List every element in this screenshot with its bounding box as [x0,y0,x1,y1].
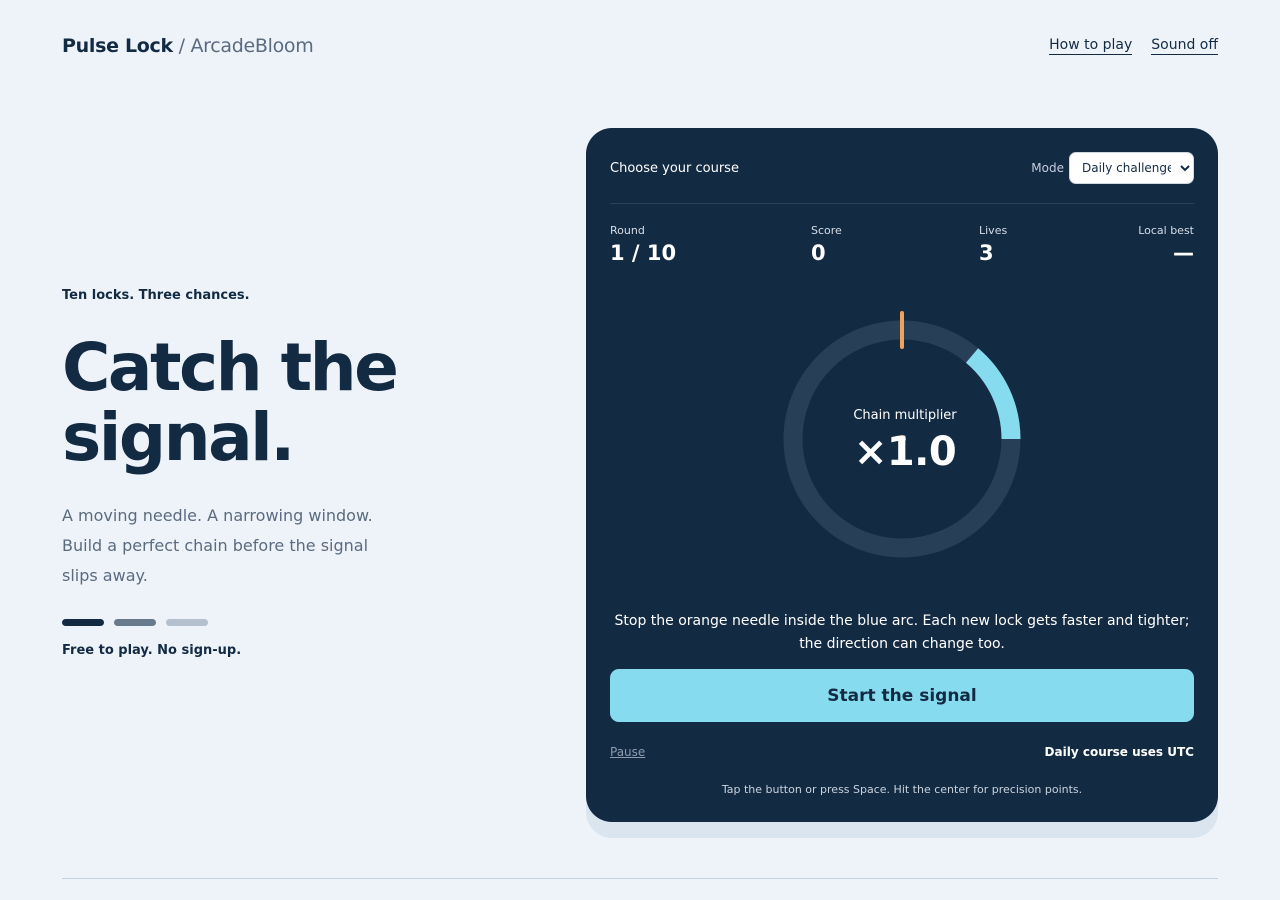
card-footer: Pause Daily course uses UTC [610,743,1194,761]
sound-toggle-link[interactable]: Sound off [1151,37,1218,55]
start-signal-button[interactable]: Start the signal [610,669,1194,722]
game-card: Choose your course Mode Daily challenge … [586,128,1218,822]
stat-value: 3 [979,241,994,265]
hero: Ten locks. Three chances. Catch the sign… [62,288,422,658]
progress-dot [166,619,208,626]
stat-lives: Lives 3 [979,224,1007,265]
stat-score: Score 0 [811,224,842,265]
stat-local-best: Local best — [1138,224,1194,265]
stat-value: 1 / 10 [610,241,677,265]
progress-dots [62,619,422,626]
stat-value: 0 [811,241,826,265]
stat-round: Round 1 / 10 [610,224,676,265]
hero-eyebrow: Ten locks. Three chances. [62,288,250,303]
signal-dial[interactable]: Chain multiplier ×1.0 [780,311,1030,561]
card-title: Choose your course [610,160,739,176]
utc-note: Daily course uses UTC [1044,745,1194,759]
mode-select[interactable]: Daily challenge [1069,152,1194,184]
stat-label: Lives [979,224,1008,237]
mode-label: Mode [1031,161,1064,175]
hero-headline: Catch the signal. [62,329,399,476]
top-links: How to play Sound off [1049,37,1218,55]
bottom-divider [62,878,1218,879]
stat-label: Score [811,224,842,237]
instructions-text: Stop the orange needle inside the blue a… [614,613,1190,652]
hero-footnote: Free to play. No sign-up. [62,643,242,658]
hero-subtitle: A moving needle. A narrowing window. Bui… [62,506,373,585]
brand-studio: ArcadeBloom [190,35,314,57]
stat-label: Round [610,224,645,237]
how-to-play-link[interactable]: How to play [1049,37,1133,55]
card-header: Choose your course Mode Daily challenge [610,152,1194,184]
brand-name: Pulse Lock [62,35,173,57]
brand-separator: / [178,35,185,57]
progress-dot [114,619,156,626]
top-bar: Pulse Lock / ArcadeBloom How to play Sou… [62,32,1218,60]
card-divider [610,203,1194,204]
dial-center: Chain multiplier ×1.0 [780,408,1030,475]
stat-value: — [1173,241,1194,265]
chain-multiplier-value: ×1.0 [853,429,957,475]
pause-link[interactable]: Pause [610,745,645,759]
brand: Pulse Lock / ArcadeBloom [62,35,314,57]
stat-label: Local best [1138,224,1194,237]
controls-hint: Tap the button or press Space. Hit the c… [721,783,1083,796]
stats-row: Round 1 / 10 Score 0 Lives 3 Local best … [610,224,1194,268]
chain-multiplier-label: Chain multiplier [853,408,957,423]
progress-dot [62,619,104,626]
mode-control: Mode Daily challenge [1031,152,1194,184]
